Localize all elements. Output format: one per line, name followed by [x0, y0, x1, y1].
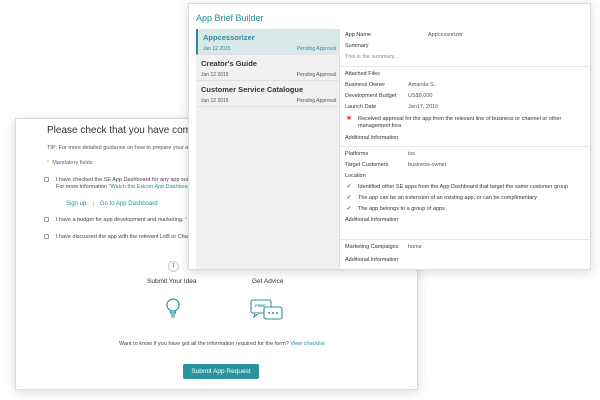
signup-link[interactable]: Sign up [66, 201, 86, 207]
app-list-item[interactable]: Appcessorizer Jan 12 2015 Pending Approv… [196, 29, 340, 55]
attached-files-label: Attached Files [345, 71, 380, 77]
submit-app-request-button[interactable]: Submit App Request [183, 364, 259, 379]
app-list: Appcessorizer Jan 12 2015 Pending Approv… [196, 29, 340, 269]
go-to-dashboard-link[interactable]: Go to App Dashboard [100, 201, 158, 207]
checklist-item-text: I have discussed the app with the releva… [56, 234, 191, 240]
checklist-item-text: I have a budget for app development and … [56, 217, 187, 224]
location-label: Location [345, 173, 366, 179]
target-customers-value: business-owner [408, 162, 447, 168]
location-check-text: The app can be an extension of an existi… [358, 195, 537, 201]
target-customers-label: Target Customers [345, 162, 389, 168]
more-info-line: For more information "Watch the Exicon A… [56, 184, 193, 191]
checkbox[interactable] [44, 217, 49, 222]
divider [340, 146, 590, 147]
app-date: Jan 12 2015 [203, 46, 231, 52]
additional-info-label: Additional Information [345, 217, 399, 223]
additional-info-label: Additional Information [345, 135, 399, 141]
checklist-hint: Want to know if you have got all the inf… [119, 341, 325, 347]
summary-label: Summary [345, 43, 369, 49]
brief-title: App Brief Builder [196, 13, 264, 23]
location-check-text: Identified other SE apps from the App Da… [358, 184, 569, 190]
app-date: Jan 12 2015 [201, 98, 229, 104]
check-icon: ✔ [346, 184, 352, 190]
launch-date-label: Launch Date [345, 104, 377, 110]
check-icon: ✔ [346, 206, 352, 212]
checkbox[interactable] [44, 234, 49, 239]
checklist-item-text: I have checked the SE App Dashboard for … [56, 177, 193, 183]
check-icon: ✔ [346, 195, 352, 201]
dev-budget-value: US$9,000 [408, 93, 433, 99]
free-advice-chat-icon: FREE [250, 299, 284, 328]
platforms-label: Platforms [345, 151, 369, 157]
more-info-text: For more information [56, 184, 109, 190]
dashboard-links: Sign up | Go to App Dashboard [66, 201, 158, 207]
summary-value: This is the summary... [345, 54, 399, 60]
required-star-icon: * [47, 160, 50, 166]
submit-idea-label: Submit Your Idea [147, 278, 197, 285]
approval-text: Received approval for the app from the r… [358, 116, 562, 122]
checklist-hint-text: Want to know if you have got all the inf… [119, 341, 289, 347]
step-number: 1 [168, 261, 179, 272]
app-status: Pending Approval [296, 46, 336, 52]
approval-text-cont: management fora [358, 123, 402, 129]
checkbox[interactable] [44, 177, 49, 182]
view-checklist-link[interactable]: View checklist [290, 341, 324, 347]
watch-dashboard-link[interactable]: "Watch the Exicon App Dashboard [109, 184, 193, 190]
business-owner-label: Business Owner [345, 82, 386, 88]
app-list-item[interactable]: Customer Service Catalogue Jan 12 2015 P… [196, 81, 340, 107]
app-list-item[interactable]: Creator's Guide Jan 12 2015 Pending Appr… [196, 55, 340, 81]
cross-icon: ✖ [346, 116, 352, 122]
mandatory-note: * Mandatory fields [47, 160, 93, 166]
link-separator: | [92, 201, 94, 207]
app-status: Pending Approval [296, 98, 336, 104]
tip-text: TIP: For more detailed guidance on how t… [47, 145, 195, 151]
lightbulb-icon [166, 298, 180, 318]
watch-dashboard-link-text: Watch the Exicon App Dashboard [110, 184, 193, 190]
app-status: Pending Approval [296, 72, 336, 78]
platforms-value: ios [408, 151, 416, 157]
app-name-value: Appcessorizer [428, 32, 463, 38]
app-name: Customer Service Catalogue [201, 85, 304, 94]
mandatory-label: Mandatory fields [52, 160, 93, 166]
app-name-label: App Name [345, 32, 371, 38]
divider [340, 66, 590, 67]
app-name: Creator's Guide [201, 59, 257, 68]
divider [340, 239, 590, 240]
get-advice-label: Get Advice [252, 278, 284, 285]
app-details: App Name Appcessorizer Summary This is t… [340, 29, 590, 269]
checklist-item-label: I have a budget for app development and … [56, 217, 184, 223]
required-star-icon: * [185, 217, 188, 223]
marketing-campaigns-value: home [408, 244, 422, 250]
app-brief-builder-card: App Brief Builder Appcessorizer Jan 12 2… [188, 3, 591, 270]
dev-budget-label: Development Budget [345, 93, 397, 99]
launch-date-value: Jan17, 2016 [408, 104, 439, 110]
marketing-campaigns-label: Marketing Campaigns [345, 244, 399, 250]
additional-info-label: Additional Information [345, 257, 399, 263]
free-badge: FREE [255, 303, 266, 308]
app-date: Jan 12 2015 [201, 72, 229, 78]
business-owner-value: Amanda S. [408, 82, 436, 88]
location-check-text: The app belongs to a group of apps [358, 206, 445, 212]
app-name: Appcessorizer [203, 33, 255, 42]
